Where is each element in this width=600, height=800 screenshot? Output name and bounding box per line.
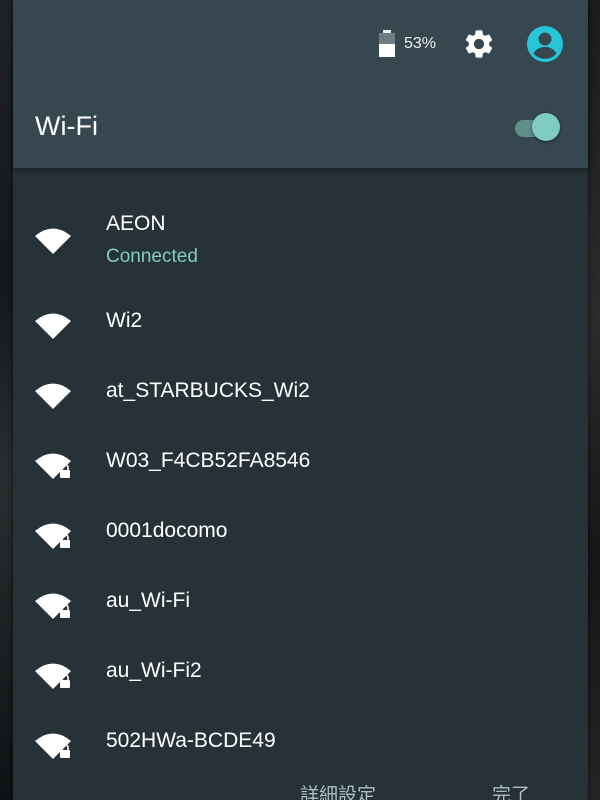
- network-item[interactable]: Wi2: [13, 286, 588, 356]
- network-name: W03_F4CB52FA8546: [106, 449, 311, 472]
- network-name: au_Wi-Fi: [106, 589, 191, 612]
- panel-header: 53% Wi-Fi: [13, 0, 588, 168]
- battery-icon: [378, 30, 396, 58]
- battery-percent: 53%: [403, 35, 436, 52]
- more-settings-button[interactable]: 詳細設定: [300, 784, 376, 800]
- network-name: 0001docomo: [106, 519, 228, 542]
- network-item[interactable]: AEON Connected: [13, 190, 588, 286]
- wifi-signal-icon: [31, 375, 75, 415]
- network-list: AEON Connected Wi2 at_STARBUCKS_Wi2 W03_…: [13, 190, 588, 776]
- account-circle-icon[interactable]: [526, 25, 564, 63]
- wifi-lock-icon: [31, 725, 75, 765]
- network-name: au_Wi-Fi2: [106, 659, 202, 682]
- wifi-title: Wi-Fi: [35, 111, 98, 141]
- wifi-lock-icon: [31, 585, 75, 625]
- wifi-signal-icon: [31, 220, 75, 260]
- network-status: Connected: [106, 246, 198, 267]
- network-item[interactable]: 502HWa-BCDE49: [13, 706, 588, 776]
- network-name: AEON: [106, 212, 166, 235]
- battery-indicator[interactable]: 53%: [378, 30, 436, 58]
- quick-settings-panel: 53% Wi-Fi AEON Connected Wi2 at_STARBUCK…: [13, 0, 588, 800]
- network-item[interactable]: au_Wi-Fi: [13, 566, 588, 636]
- done-button[interactable]: 完了: [492, 784, 530, 800]
- panel-footer: 詳細設定 完了: [13, 776, 588, 800]
- network-item[interactable]: at_STARBUCKS_Wi2: [13, 356, 588, 426]
- network-name: 502HWa-BCDE49: [106, 729, 276, 752]
- network-name: Wi2: [106, 309, 143, 332]
- network-item[interactable]: 0001docomo: [13, 496, 588, 566]
- screen: 53% Wi-Fi AEON Connected Wi2 at_STARBUCK…: [0, 0, 600, 800]
- network-name: at_STARBUCKS_Wi2: [106, 379, 310, 402]
- network-item[interactable]: W03_F4CB52FA8546: [13, 426, 588, 496]
- gear-icon[interactable]: [462, 27, 496, 61]
- status-row: 53%: [378, 22, 564, 66]
- toggle-thumb: [532, 113, 560, 141]
- wifi-toggle[interactable]: [512, 112, 560, 142]
- network-item[interactable]: au_Wi-Fi2: [13, 636, 588, 706]
- wallpaper-edge-right: [586, 0, 600, 800]
- wifi-signal-icon: [31, 305, 75, 345]
- wallpaper-edge-left: [0, 0, 14, 800]
- wifi-lock-icon: [31, 445, 75, 485]
- wifi-lock-icon: [31, 655, 75, 695]
- wifi-lock-icon: [31, 515, 75, 555]
